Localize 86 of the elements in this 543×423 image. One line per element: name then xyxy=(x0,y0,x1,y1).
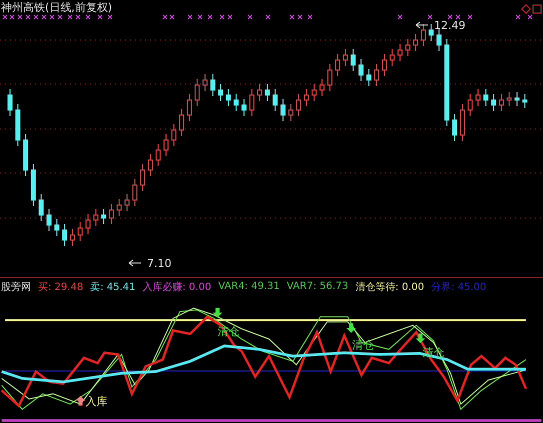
candlestick xyxy=(366,68,372,86)
candlestick xyxy=(124,194,130,212)
candlestick xyxy=(327,64,332,92)
candlestick xyxy=(140,164,146,192)
candlestick xyxy=(242,98,246,116)
candlestick xyxy=(210,74,216,96)
candlestick xyxy=(264,84,270,102)
indicator-reading: 分界: 45.00 xyxy=(431,280,486,294)
candlestick xyxy=(436,28,442,52)
candlestick xyxy=(506,92,512,106)
candlestick xyxy=(350,48,356,72)
candlestick xyxy=(202,74,208,92)
diamond-icon xyxy=(521,4,531,14)
candlestick xyxy=(15,104,20,146)
candlestick xyxy=(428,24,434,42)
candlestick xyxy=(108,204,114,224)
candlestick xyxy=(390,48,395,66)
candlestick xyxy=(257,84,262,102)
candlestick xyxy=(304,88,309,106)
candlestick xyxy=(335,54,340,76)
price-label: 7.10 xyxy=(147,257,172,270)
candlestick xyxy=(54,218,60,236)
candlestick xyxy=(358,58,364,82)
indicator-reading: VAR7: 56.73 xyxy=(286,281,348,292)
candlestick xyxy=(476,88,480,106)
candlestick xyxy=(156,144,161,166)
candlestick xyxy=(194,78,200,106)
candlestick xyxy=(382,54,387,76)
square-icon xyxy=(532,4,542,14)
candlestick xyxy=(312,84,317,102)
indicator-name: 股旁网 xyxy=(1,280,31,294)
candlestick xyxy=(86,214,90,234)
candlestick xyxy=(342,48,348,66)
candlestick xyxy=(38,194,44,222)
candlestick xyxy=(132,178,138,206)
candlestick xyxy=(498,94,504,112)
candlestick xyxy=(468,94,473,116)
price-label: 12.49 xyxy=(434,19,466,32)
indicator-reading: 买: 29.48 xyxy=(38,280,84,294)
candlestick xyxy=(374,64,380,86)
candlestick xyxy=(62,224,68,246)
candlestick xyxy=(398,44,402,62)
candlestick xyxy=(483,88,488,106)
candlestick xyxy=(296,94,302,116)
candlestick xyxy=(280,98,286,122)
candlestick xyxy=(272,88,278,112)
candlestick xyxy=(320,78,324,96)
candlestick xyxy=(226,88,231,106)
candlestick xyxy=(288,104,294,122)
candlestick xyxy=(70,228,75,246)
candlestick xyxy=(171,124,176,146)
down-arrow-icon xyxy=(212,308,222,318)
chart-title: 神州高铁(日线,前复权) xyxy=(1,0,112,15)
indicator-reading: 入库必赚: 0.00 xyxy=(142,280,212,294)
candlestick xyxy=(460,104,465,142)
candlestick xyxy=(218,84,224,102)
pointer-arrow-icon xyxy=(416,22,428,28)
candlestick xyxy=(164,134,168,156)
candlestick xyxy=(249,88,254,116)
candlestick xyxy=(234,94,239,112)
candlestick xyxy=(452,114,458,142)
candlestick xyxy=(93,208,98,226)
indicator-reading: 清仓等待: 0.00 xyxy=(355,280,424,294)
candlestick xyxy=(78,222,83,242)
candlestick xyxy=(420,24,426,46)
candlestick xyxy=(46,208,52,232)
candlestick xyxy=(491,94,496,112)
candlestick xyxy=(179,108,184,136)
candlestick xyxy=(23,134,28,176)
candlestick xyxy=(405,38,410,56)
candlestick xyxy=(514,92,520,106)
pointer-arrow-icon xyxy=(128,260,142,266)
candlestick xyxy=(522,94,528,108)
signal-label: 入库 xyxy=(86,394,108,408)
down-arrow-icon xyxy=(416,333,426,343)
candlestick xyxy=(413,34,418,52)
down-arrow-icon xyxy=(346,323,356,333)
indicator-reading: 卖: 45.41 xyxy=(90,280,136,294)
candlestick xyxy=(30,164,36,206)
candlestick xyxy=(186,94,192,122)
up-arrow-icon xyxy=(76,396,86,406)
candlestick xyxy=(116,198,122,216)
indicator-reading: VAR4: 49.31 xyxy=(218,281,280,292)
candlestick xyxy=(148,154,153,176)
candlestick xyxy=(8,88,12,116)
candlestick xyxy=(101,208,106,224)
